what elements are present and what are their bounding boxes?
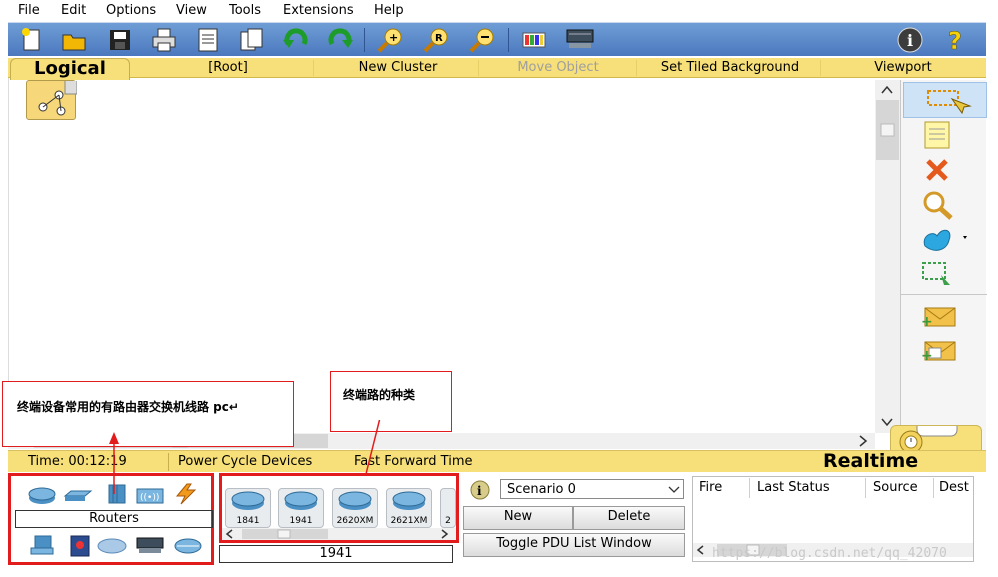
menu-file[interactable]: File — [18, 3, 40, 18]
realtime-label: Realtime — [823, 450, 919, 472]
delete-scenario-button[interactable]: Delete — [573, 506, 685, 530]
col-separator — [865, 478, 866, 498]
open-folder-icon[interactable] — [60, 26, 88, 54]
copy-icon[interactable] — [238, 26, 266, 54]
router-model-partial[interactable]: 2 — [440, 488, 456, 528]
svg-text:+: + — [921, 348, 933, 364]
svg-text:?: ? — [948, 27, 962, 54]
draw-shape-icon[interactable] — [919, 224, 967, 254]
model-label: 1841 — [236, 516, 260, 526]
wan-emulation-category-icon[interactable] — [97, 536, 127, 556]
add-simple-pdu-icon[interactable]: + — [919, 302, 956, 332]
workspace-bar: [Root] New Cluster Move Object Set Tiled… — [8, 58, 986, 78]
logical-tab-label: Logical — [34, 58, 106, 79]
pdu-col-last-status: Last Status — [757, 480, 830, 495]
zoom-out-icon[interactable] — [468, 26, 496, 54]
annotation-arrows — [109, 420, 381, 494]
palette-icon[interactable] — [520, 26, 548, 54]
new-scenario-button[interactable]: New — [463, 506, 573, 530]
viewport-button[interactable]: Viewport — [848, 60, 958, 75]
menu-options[interactable]: Options — [106, 3, 156, 18]
menu-edit[interactable]: Edit — [61, 3, 86, 18]
inspect-icon[interactable] — [919, 190, 955, 220]
scenario-select[interactable]: Scenario 0 — [500, 479, 684, 499]
svg-text:+: + — [389, 31, 398, 44]
device-category-label: Routers — [15, 510, 213, 528]
scenario-select-value: Scenario 0 — [507, 482, 576, 497]
menu-bar: File Edit Options View Tools Extensions … — [0, 0, 998, 22]
print-icon[interactable] — [150, 26, 178, 54]
vertical-scrollbar[interactable] — [875, 80, 900, 433]
menu-tools[interactable]: Tools — [229, 3, 261, 18]
model-scrollbar[interactable] — [222, 528, 456, 540]
set-tiled-background-button[interactable]: Set Tiled Background — [640, 60, 820, 75]
model-label: 1941 — [289, 516, 313, 526]
svg-text:i: i — [477, 484, 482, 498]
svg-text:+: + — [921, 314, 933, 330]
zoom-in-icon[interactable]: + — [376, 26, 404, 54]
common-tools-bar: + + — [900, 80, 987, 450]
pdu-col-dest: Dest — [939, 480, 969, 495]
new-file-icon[interactable] — [18, 26, 46, 54]
menu-view[interactable]: View — [176, 3, 207, 18]
scenario-info-icon[interactable]: i — [470, 480, 490, 500]
custom-device-icon[interactable] — [564, 26, 594, 54]
zoom-reset-icon[interactable]: R — [422, 26, 450, 54]
help-icon[interactable]: ? — [942, 26, 970, 56]
resize-shape-icon[interactable] — [919, 260, 955, 290]
main-toolbar: + R i ? — [8, 22, 986, 56]
toolbar-separator — [364, 28, 365, 52]
pdu-col-source: Source — [873, 480, 918, 495]
ws-separator — [820, 60, 821, 76]
router-category-icon[interactable] — [27, 486, 57, 506]
ws-separator — [636, 60, 637, 76]
delete-icon[interactable] — [919, 156, 955, 186]
col-separator — [933, 478, 934, 498]
info-icon[interactable]: i — [896, 26, 924, 54]
security-category-icon[interactable] — [65, 534, 95, 557]
select-tool-icon[interactable] — [903, 82, 987, 118]
add-complex-pdu-icon[interactable]: + — [919, 336, 956, 366]
custom-devices-category-icon[interactable] — [135, 534, 165, 554]
svg-text:R: R — [435, 33, 443, 44]
menu-extensions[interactable]: Extensions — [283, 3, 354, 18]
col-separator — [749, 478, 750, 498]
move-object-button[interactable]: Move Object — [488, 60, 628, 75]
watermark: https://blog.csdn.net/qq_42070 — [712, 546, 947, 561]
chevron-down-icon — [668, 486, 680, 493]
selected-model-label: 1941 — [219, 545, 453, 563]
ws-separator — [478, 60, 479, 76]
toggle-pdu-list-button[interactable]: Toggle PDU List Window — [463, 533, 685, 557]
activity-wizard-icon[interactable] — [194, 26, 222, 54]
toolbar-separator — [508, 28, 509, 52]
save-icon[interactable] — [106, 26, 134, 54]
end-devices-category-icon[interactable] — [27, 534, 57, 555]
place-note-icon[interactable] — [919, 120, 955, 150]
tools-separator — [901, 294, 987, 295]
ws-separator — [313, 60, 314, 76]
svg-text:i: i — [907, 31, 913, 50]
pdu-col-fire: Fire — [699, 480, 723, 495]
multiuser-category-icon[interactable] — [173, 536, 203, 556]
menu-help[interactable]: Help — [374, 3, 404, 18]
model-label: 2620XM — [336, 516, 374, 526]
undo-icon[interactable] — [282, 26, 310, 54]
logical-view-icon[interactable] — [26, 79, 78, 120]
root-button[interactable]: [Root] — [173, 60, 283, 75]
model-label: 2621XM — [390, 516, 428, 526]
redo-icon[interactable] — [326, 26, 354, 54]
switch-category-icon[interactable] — [63, 486, 93, 506]
new-cluster-button[interactable]: New Cluster — [328, 60, 468, 75]
model-label: 2 — [445, 516, 451, 526]
